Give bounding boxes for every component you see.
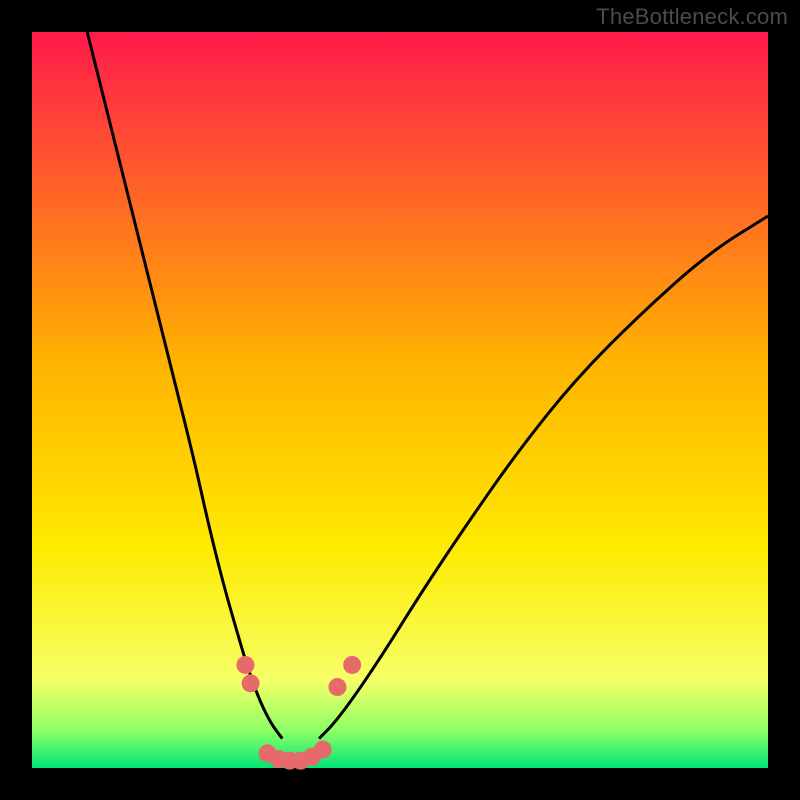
marker-dot	[328, 678, 346, 696]
plot-background	[32, 32, 768, 768]
marker-dot	[343, 656, 361, 674]
chart-frame: TheBottleneck.com	[0, 0, 800, 800]
marker-dot	[236, 656, 254, 674]
watermark-text: TheBottleneck.com	[596, 4, 788, 30]
bottleneck-chart	[0, 0, 800, 800]
marker-dot	[314, 741, 332, 759]
marker-dot	[242, 674, 260, 692]
